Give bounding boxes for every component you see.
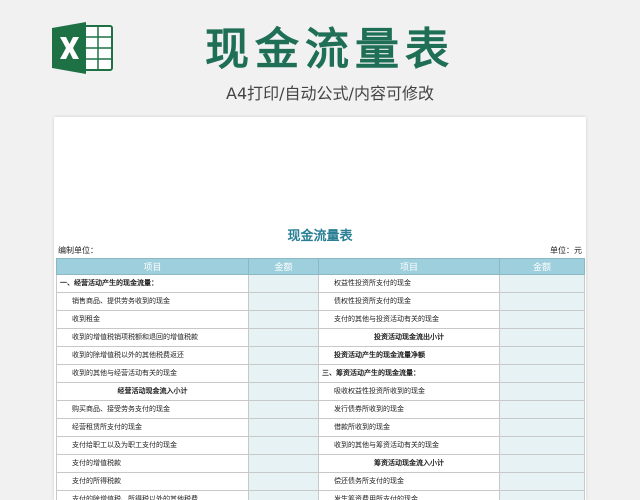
- amount-cell[interactable]: [499, 400, 585, 419]
- amount-cell[interactable]: [248, 382, 319, 401]
- row-label-right: 权益性投资所支付的现金: [318, 274, 500, 293]
- amount-cell[interactable]: [499, 364, 585, 383]
- amount-cell[interactable]: [248, 364, 319, 383]
- row-label-right: 借款所收到的现金: [318, 418, 500, 437]
- amount-cell[interactable]: [499, 490, 585, 500]
- prepared-by-label: 编制单位：: [58, 246, 98, 255]
- table-row: 收到的其他与经营活动有关的现金 三、筹资活动产生的现金流量：: [56, 364, 585, 383]
- table-row: 经营活动现金流入小计 吸收权益性投资所收到的现金: [56, 382, 585, 401]
- amount-cell[interactable]: [499, 328, 585, 347]
- amount-cell[interactable]: [248, 490, 319, 500]
- row-label-left: 收到的其他与经营活动有关的现金: [56, 364, 249, 383]
- table-row: 销售商品、提供劳务收到的现金 债权性投资所支付的现金: [56, 292, 585, 311]
- row-label-left: 收到的除增值税以外的其他税费返还: [56, 346, 249, 365]
- table-row: 一、经营活动产生的现金流量： 权益性投资所支付的现金: [56, 274, 585, 293]
- row-label-right: 偿还债务所支付的现金: [318, 472, 500, 491]
- amount-cell[interactable]: [248, 418, 319, 437]
- amount-cell[interactable]: [248, 292, 319, 311]
- table-row: 购买商品、接受劳务支付的现金 发行债券所收到的现金: [56, 400, 585, 419]
- row-label-right: 发生筹资费用所支付的现金: [318, 490, 500, 500]
- amount-cell[interactable]: [248, 346, 319, 365]
- sheet-title: 现金流量表: [287, 229, 353, 244]
- amount-cell[interactable]: [499, 310, 585, 329]
- table-row: 支付的增值税款 筹资活动现金流入小计: [56, 454, 585, 473]
- amount-cell[interactable]: [248, 472, 319, 491]
- table-row: 收到的除增值税以外的其他税费返还 投资活动产生的现金流量净额: [56, 346, 585, 365]
- amount-cell[interactable]: [499, 274, 585, 293]
- amount-cell[interactable]: [248, 328, 319, 347]
- row-label-right: 吸收权益性投资所收到的现金: [318, 382, 500, 401]
- banner: 现金流量表 A4打印/自动公式/内容可修改: [0, 0, 640, 118]
- table-header-row: 项目 金额 项目 金额: [56, 258, 585, 275]
- row-label-left: 销售商品、提供劳务收到的现金: [56, 292, 249, 311]
- table-row: 经营租赁所支付的现金 借款所收到的现金: [56, 418, 585, 437]
- row-label-right: 三、筹资活动产生的现金流量：: [318, 364, 500, 383]
- amount-cell[interactable]: [248, 310, 319, 329]
- amount-cell[interactable]: [499, 346, 585, 365]
- row-label-left: 收到的增值税销项税额和退回的增值税款: [56, 328, 249, 347]
- header-item-right: 项目: [318, 258, 500, 275]
- table-row: 支付给职工以及为职工支付的现金 收到的其他与筹资活动有关的现金: [56, 436, 585, 455]
- amount-cell[interactable]: [499, 472, 585, 491]
- row-label-left: 支付的除增值税、所得税以外的其他税费: [56, 490, 249, 500]
- row-label-right: 收到的其他与筹资活动有关的现金: [318, 436, 500, 455]
- amount-cell[interactable]: [248, 400, 319, 419]
- amount-cell[interactable]: [499, 292, 585, 311]
- table-row: 收到的增值税销项税额和退回的增值税款 投资活动现金流出小计: [56, 328, 585, 347]
- row-label-left: 经营活动现金流入小计: [56, 382, 249, 401]
- row-label-left: 支付给职工以及为职工支付的现金: [56, 436, 249, 455]
- spreadsheet-page: 现金流量表 编制单位： 单位：元 项目 金额 项目 金额 一、经营活动产生的现金…: [54, 117, 586, 500]
- row-label-left: 经营租赁所支付的现金: [56, 418, 249, 437]
- header-amount-left: 金额: [248, 258, 319, 275]
- banner-title: 现金流量表: [205, 24, 455, 75]
- amount-cell[interactable]: [248, 436, 319, 455]
- unit-label: 单位：元: [550, 246, 582, 255]
- amount-cell[interactable]: [248, 274, 319, 293]
- row-label-left: 支付的增值税款: [56, 454, 249, 473]
- cash-flow-table: 项目 金额 项目 金额 一、经营活动产生的现金流量： 权益性投资所支付的现金 销…: [56, 258, 585, 500]
- row-label-right: 发行债券所收到的现金: [318, 400, 500, 419]
- table-row: 支付的所得税款 偿还债务所支付的现金: [56, 472, 585, 491]
- banner-subtitle: A4打印/自动公式/内容可修改: [226, 84, 434, 103]
- row-label-right: 支付的其他与投资活动有关的现金: [318, 310, 500, 329]
- row-label-left: 支付的所得税款: [56, 472, 249, 491]
- amount-cell[interactable]: [499, 454, 585, 473]
- row-label-left: 购买商品、接受劳务支付的现金: [56, 400, 249, 419]
- row-label-left: 一、经营活动产生的现金流量：: [56, 274, 249, 293]
- excel-logo-icon: [50, 20, 114, 76]
- row-label-right: 债权性投资所支付的现金: [318, 292, 500, 311]
- row-label-right: 投资活动产生的现金流量净额: [318, 346, 500, 365]
- amount-cell[interactable]: [499, 436, 585, 455]
- table-row: 支付的除增值税、所得税以外的其他税费 发生筹资费用所支付的现金: [56, 490, 585, 500]
- amount-cell[interactable]: [499, 382, 585, 401]
- amount-cell[interactable]: [248, 454, 319, 473]
- header-amount-right: 金额: [499, 258, 585, 275]
- row-label-right: 投资活动现金流出小计: [318, 328, 500, 347]
- header-item-left: 项目: [56, 258, 249, 275]
- amount-cell[interactable]: [499, 418, 585, 437]
- row-label-left: 收到租金: [56, 310, 249, 329]
- row-label-right: 筹资活动现金流入小计: [318, 454, 500, 473]
- table-row: 收到租金 支付的其他与投资活动有关的现金: [56, 310, 585, 329]
